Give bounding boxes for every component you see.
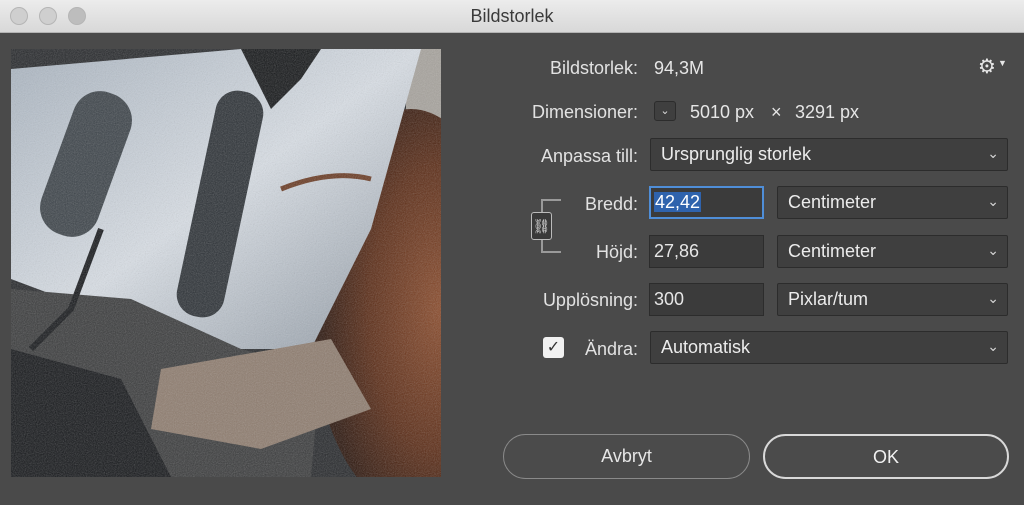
chevron-down-icon: ⌄: [987, 290, 999, 306]
dimensions-height: 3291 px: [795, 102, 860, 122]
resample-checkbox[interactable]: ✓: [543, 337, 564, 358]
image-size-label: Bildstorlek:: [549, 58, 638, 78]
constrain-proportions-link-icon[interactable]: ⛓: [531, 212, 552, 240]
image-size-value: 94,3M: [654, 58, 705, 78]
resample-value: Automatisk: [661, 337, 751, 357]
checkmark-icon: ✓: [546, 339, 561, 356]
height-unit-select[interactable]: Centimeter ⌄: [777, 235, 1008, 268]
resolution-label: Upplösning:: [542, 290, 638, 310]
chevron-down-icon: ⌄: [987, 145, 999, 161]
image-preview[interactable]: [11, 49, 441, 477]
resample-select[interactable]: Automatisk ⌄: [650, 331, 1008, 364]
chevron-down-icon[interactable]: ▼: [998, 58, 1007, 68]
chevron-down-icon: ⌄: [987, 193, 999, 209]
width-unit-select[interactable]: Centimeter ⌄: [777, 186, 1008, 219]
resolution-value: 300: [654, 289, 685, 309]
width-label: Bredd:: [584, 194, 638, 214]
cancel-button[interactable]: Avbryt: [503, 434, 750, 479]
resample-label: Ändra:: [584, 339, 638, 359]
fit-to-value: Ursprunglig storlek: [661, 144, 812, 164]
preview-image: [11, 49, 441, 477]
chevron-down-icon: ⌄: [987, 242, 999, 258]
width-input[interactable]: 42,42: [649, 186, 764, 219]
fit-to-select[interactable]: Ursprunglig storlek ⌄: [650, 138, 1008, 171]
dimensions-unit-dropdown[interactable]: ⌄: [654, 101, 676, 121]
chevron-down-icon: ⌄: [660, 105, 670, 117]
height-input[interactable]: 27,86: [649, 235, 764, 268]
resolution-unit-value: Pixlar/tum: [788, 289, 869, 309]
chevron-down-icon: ⌄: [987, 338, 999, 354]
ok-button[interactable]: OK: [763, 434, 1009, 479]
height-unit-value: Centimeter: [788, 241, 877, 261]
width-value: 42,42: [654, 192, 702, 212]
window-title: Bildstorlek: [470, 6, 554, 26]
dimensions-times: ×: [771, 102, 782, 122]
resolution-input[interactable]: 300: [649, 283, 764, 316]
resolution-unit-select[interactable]: Pixlar/tum ⌄: [777, 283, 1008, 316]
dimensions-label: Dimensioner:: [531, 102, 638, 122]
dimensions-width: 5010 px: [690, 102, 755, 122]
height-value: 27,86: [654, 241, 700, 261]
width-unit-value: Centimeter: [788, 192, 877, 212]
height-label: Höjd:: [595, 242, 638, 262]
fit-to-label: Anpassa till:: [540, 146, 638, 166]
title-bar: Bildstorlek: [0, 0, 1024, 33]
gear-icon[interactable]: ⚙: [978, 54, 996, 79]
